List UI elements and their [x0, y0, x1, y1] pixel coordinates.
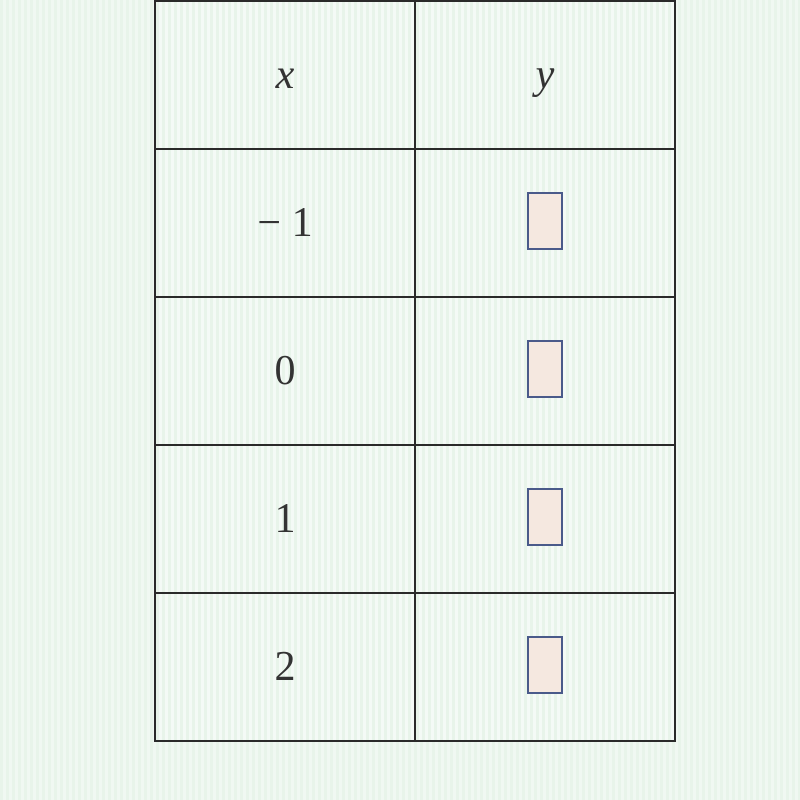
x-value-2: 0: [155, 297, 415, 445]
table-row: 2: [155, 593, 675, 741]
y-cell-2: [415, 297, 675, 445]
y-input-4[interactable]: [527, 636, 563, 694]
xy-table: x y − 1 0 1 2: [154, 0, 676, 742]
y-input-3[interactable]: [527, 488, 563, 546]
y-cell-1: [415, 149, 675, 297]
x-value-3: 1: [155, 445, 415, 593]
y-cell-4: [415, 593, 675, 741]
x-value-4: 2: [155, 593, 415, 741]
table-header-row: x y: [155, 1, 675, 149]
y-input-1[interactable]: [527, 192, 563, 250]
y-input-2[interactable]: [527, 340, 563, 398]
header-x: x: [155, 1, 415, 149]
table-row: 1: [155, 445, 675, 593]
table-row: − 1: [155, 149, 675, 297]
table-row: 0: [155, 297, 675, 445]
x-value-1: − 1: [155, 149, 415, 297]
y-cell-3: [415, 445, 675, 593]
header-y: y: [415, 1, 675, 149]
xy-table-container: x y − 1 0 1 2: [154, 0, 676, 742]
